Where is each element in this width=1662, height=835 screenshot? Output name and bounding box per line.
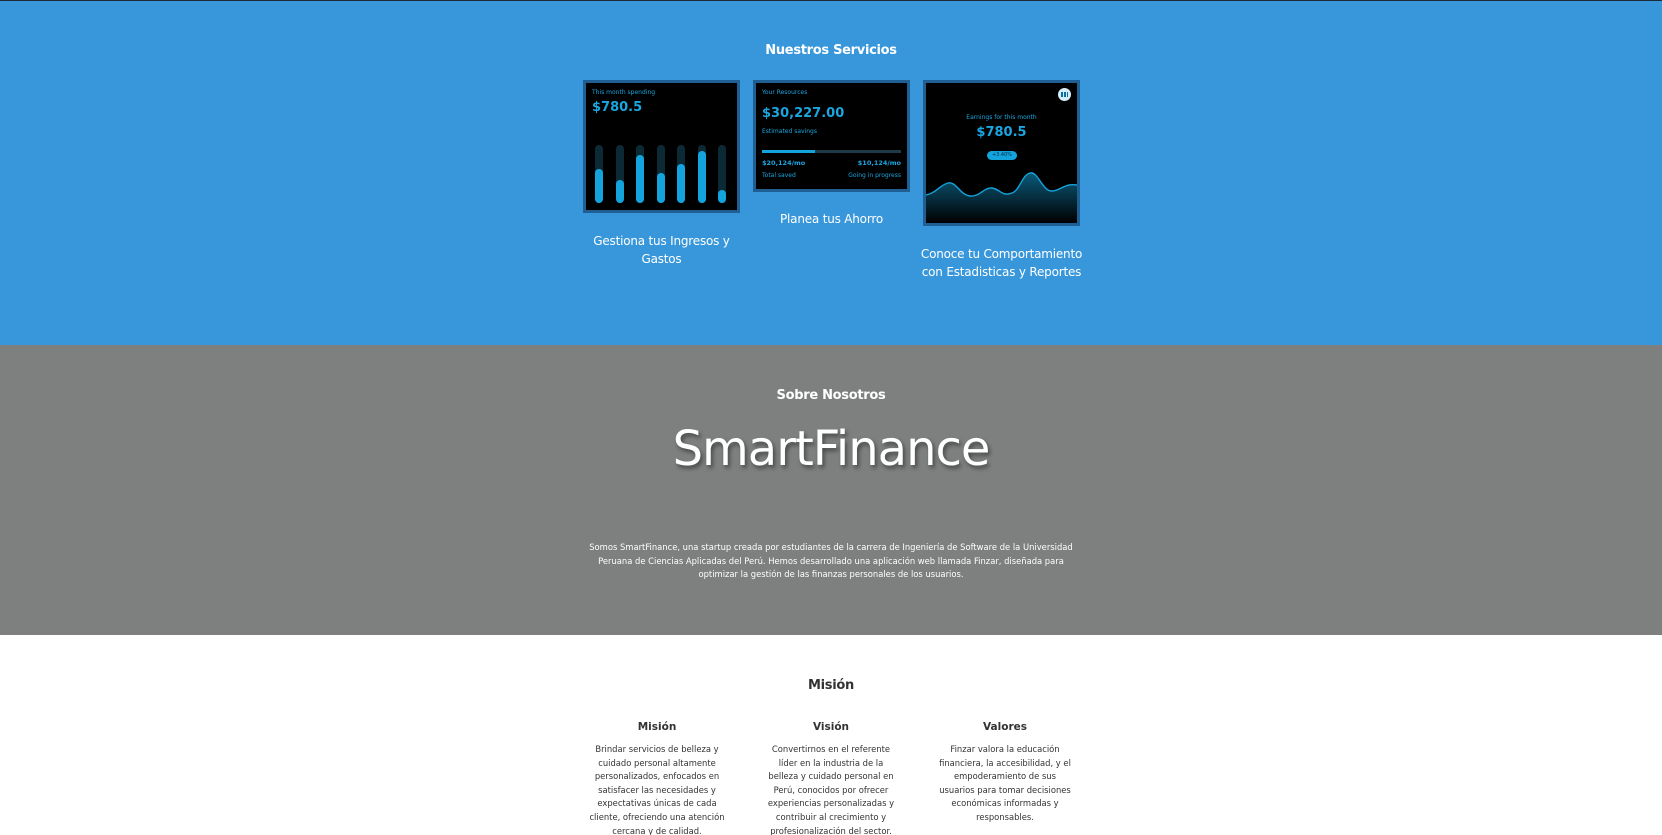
services-section: Nuestros Servicios This month spending $… [0,1,1662,345]
spending-bar [656,173,665,203]
vision-heading: Visión [812,721,850,733]
spending-bar-track [656,145,665,203]
trend-chart-icon[interactable] [1058,88,1071,101]
in-progress-value: $10,124/mo [857,159,901,167]
spending-bar [615,180,624,203]
resources-amount: $30,227.00 [762,106,845,121]
spending-bar [697,151,706,203]
spending-bar-track [636,145,644,203]
mision-text: Brindar servicios de belleza y cuidado p… [589,744,725,835]
brand-name: SmartFinance [672,421,991,477]
spending-label: This month spending [592,89,656,96]
spending-bar [677,164,685,203]
spending-bar-track [718,145,726,203]
caption-ahorro: Planea tus Ahorro [780,212,883,226]
earnings-label: Earnings for this month [966,114,1037,121]
earnings-area-chart [926,172,1077,223]
in-progress-label: Going in progress [848,172,901,179]
savings-label: Estimated savings [762,128,817,135]
total-saved-value: $20,124/mo [762,159,806,167]
vision-text: Convertirnos en el referente líder en la… [767,744,895,835]
spending-bar-track [595,145,603,203]
spending-bar-track [677,145,685,203]
services-title: Nuestros Servicios [765,43,897,58]
spending-amount: $780.5 [592,100,643,115]
total-saved-label: Total saved [762,172,796,179]
valores-text: Finzar valora la educación financiera, l… [939,744,1071,822]
earnings-card[interactable]: Earnings for this month $780.5 +3.40% [923,80,1080,226]
spending-bar-track [615,145,624,203]
resources-card[interactable]: Your Resources $30,227.00 Estimated savi… [753,80,910,192]
caption-ingresos-gastos: Gestiona tus Ingresos y Gastos [593,234,730,266]
valores-heading: Valores [983,721,1027,733]
about-description: Somos SmartFinance, una startup creada p… [589,542,1073,579]
earnings-area-fill [926,172,1077,223]
savings-progress [762,150,901,153]
mission-title: Misión [808,678,854,693]
mision-heading: Misión [637,721,677,733]
spending-bar [636,155,644,203]
spending-bar [718,190,726,203]
spending-bar [595,169,603,203]
caption-estadisticas: Conoce tu Comportamiento con Estadistica… [920,247,1083,279]
about-title: Sobre Nosotros [776,388,886,403]
growth-badge: +3.40% [987,151,1017,160]
spending-card[interactable]: This month spending $780.5 [583,80,740,213]
resources-label: Your Resources [762,89,808,96]
savings-progress-fill [762,150,815,153]
spending-bar-track [697,145,706,203]
earnings-amount: $780.5 [976,125,1027,140]
about-section: Sobre Nosotros SmartFinance Somos SmartF… [0,345,1662,635]
